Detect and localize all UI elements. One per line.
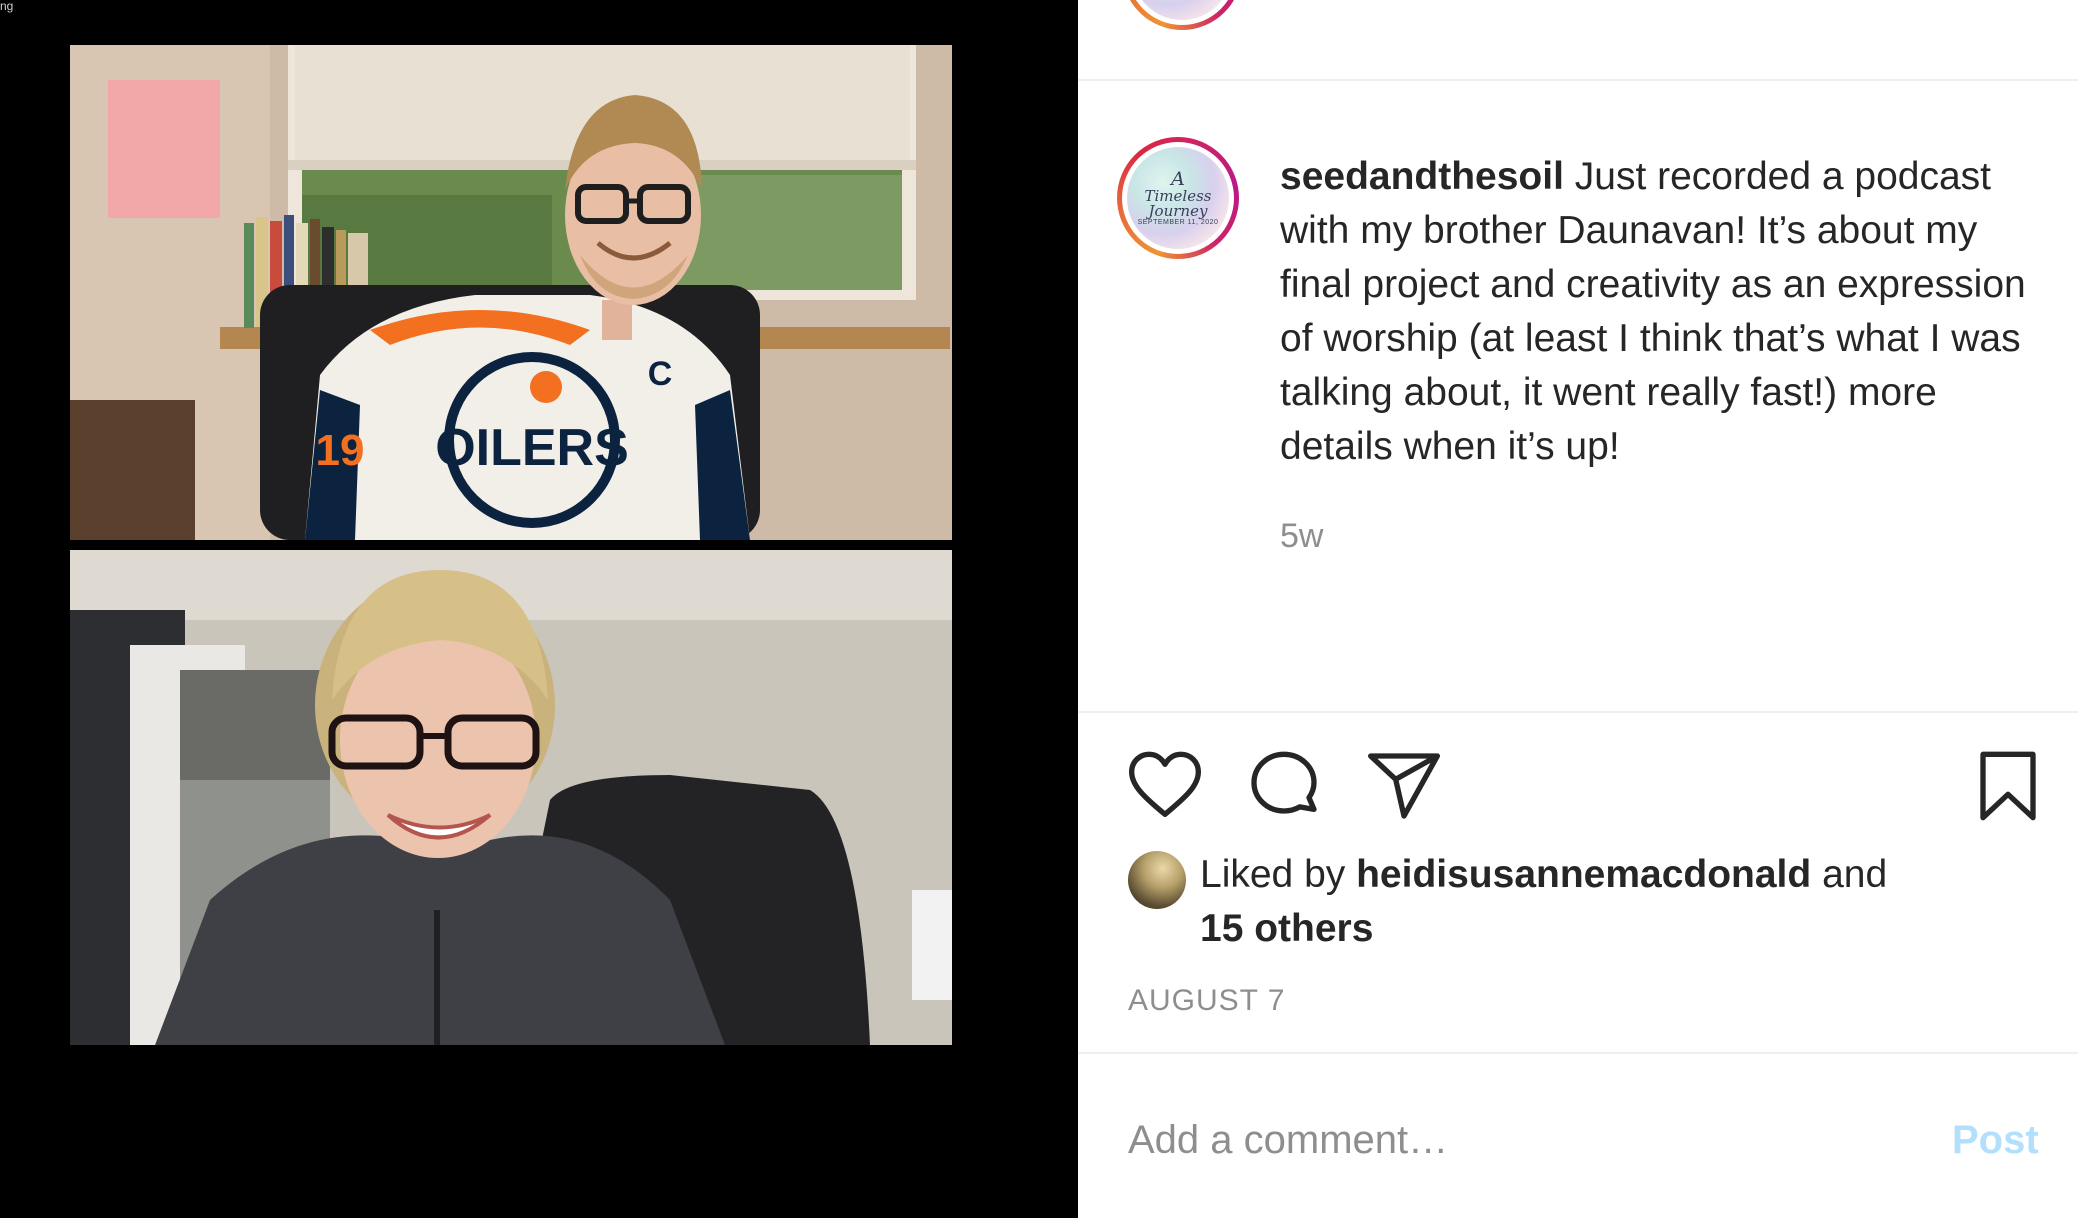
profile-logo: A Timeless Journey SEPTEMBER 11, 2020	[1127, 147, 1229, 249]
caption-time-ago[interactable]: 5w	[1280, 517, 1323, 556]
video-tile-top: OILERS 19 C	[70, 45, 952, 540]
likes-connector: and	[1822, 853, 1888, 896]
video-tile-bottom	[70, 550, 952, 1045]
post-caption: seedandthesoil Just recorded a podcast w…	[1280, 150, 2050, 474]
liker-avatar[interactable]	[1128, 851, 1186, 909]
post-comment-button[interactable]: Post	[1952, 1110, 2039, 1170]
caption-text: Just recorded a podcast with my brother …	[1280, 155, 2026, 468]
heart-icon[interactable]	[1125, 746, 1205, 826]
post-panel: A Timeless Journey SEPTEMBER 11, 2020 A …	[1078, 0, 2078, 1218]
caption-avatar[interactable]: A Timeless Journey SEPTEMBER 11, 2020	[1117, 137, 1239, 259]
jersey-number: 19	[316, 426, 365, 475]
jersey-logo-text: OILERS	[435, 419, 629, 477]
comment-input[interactable]	[1128, 1110, 1928, 1170]
likes-others-link[interactable]: 15 others	[1200, 907, 1373, 950]
liker-username[interactable]: heidisusannemacdonald	[1356, 853, 1811, 896]
video-frame-woman	[70, 550, 952, 1045]
cropped-corner-label: ng	[0, 0, 14, 13]
caption-username[interactable]: seedandthesoil	[1280, 155, 1564, 198]
comment-divider	[1078, 1052, 2078, 1054]
jersey-captain-letter: C	[648, 355, 673, 393]
share-icon[interactable]	[1364, 746, 1444, 826]
bookmark-icon[interactable]	[1968, 746, 2048, 826]
post-media[interactable]: ng OILERS 19 C	[0, 0, 1078, 1218]
video-frame-man: OILERS 19 C	[70, 45, 952, 540]
actions-divider	[1078, 711, 2078, 713]
header-divider	[1078, 79, 2078, 81]
likes-prefix: Liked by	[1200, 853, 1346, 896]
header-avatar[interactable]: A Timeless Journey SEPTEMBER 11, 2020	[1122, 0, 1242, 30]
comment-icon[interactable]	[1244, 746, 1324, 826]
post-date[interactable]: AUGUST 7	[1128, 984, 1286, 1018]
